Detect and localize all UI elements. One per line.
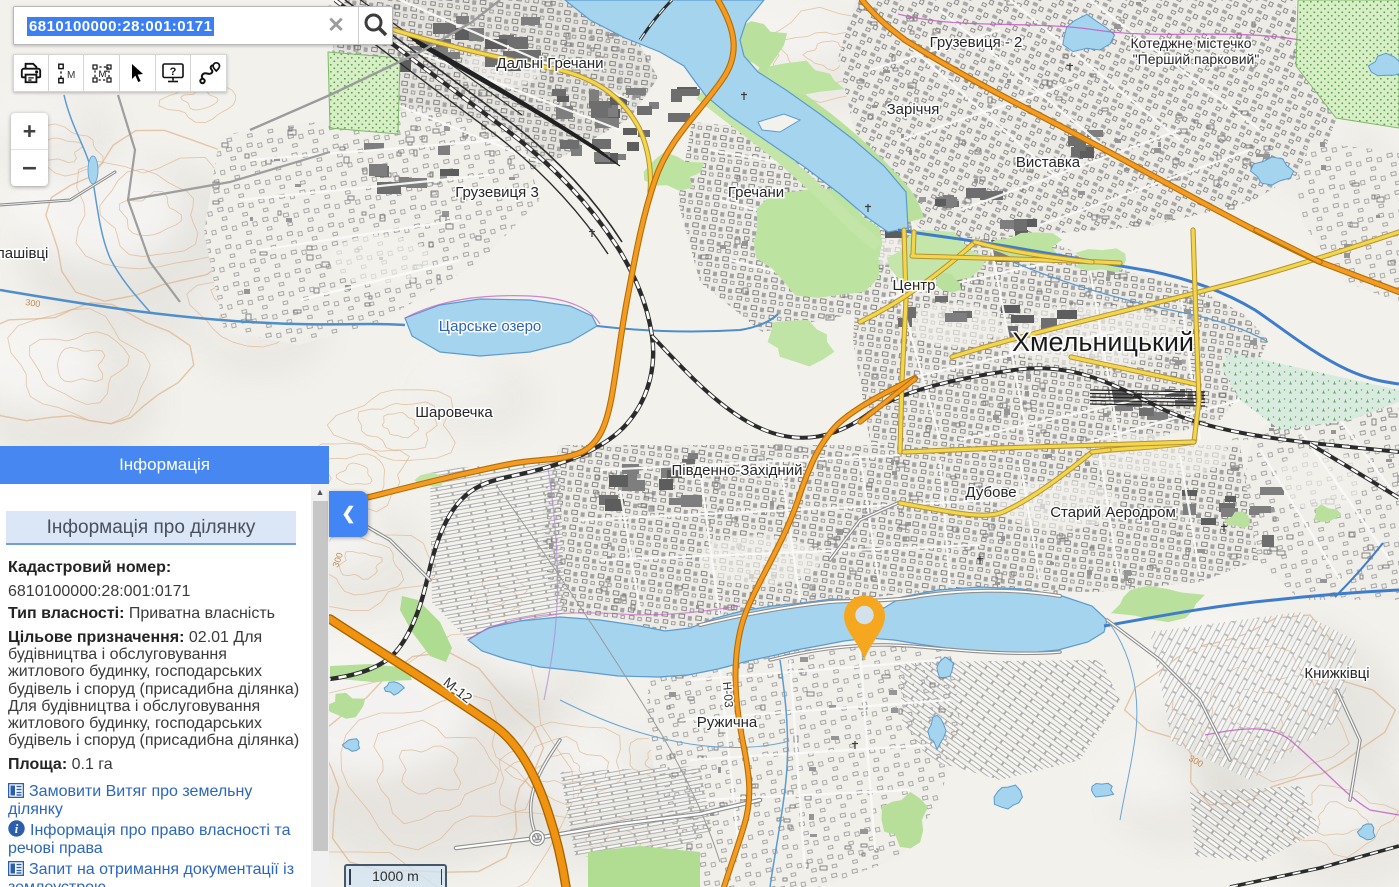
svg-text:лашівці: лашівці <box>0 245 48 262</box>
svg-text:Ружична: Ружична <box>697 714 758 731</box>
svg-text:Царське озеро: Царське озеро <box>439 318 542 335</box>
svg-text:Котеджне містечко: Котеджне містечко <box>1131 35 1252 51</box>
svg-text:Центр: Центр <box>893 277 936 294</box>
svg-text:Дальні Гречани: Дальні Гречани <box>496 55 603 72</box>
svg-text:Грузевиця 3: Грузевиця 3 <box>455 184 539 201</box>
svg-text:Грузевиця - 2: Грузевиця - 2 <box>930 34 1023 51</box>
svg-text:Заріччя: Заріччя <box>887 101 940 118</box>
svg-text:2: 2 <box>105 67 109 74</box>
svg-text:Виставка: Виставка <box>1016 154 1081 171</box>
svg-text:300: 300 <box>25 297 41 309</box>
svg-text:M: M <box>67 70 75 81</box>
svg-text:Південно-Західний: Південно-Західний <box>672 462 803 479</box>
svg-text:Старий Аеродром: Старий Аеродром <box>1050 504 1176 521</box>
svg-text:Хмельницький: Хмельницький <box>1012 327 1194 357</box>
svg-text:Книжківці: Книжківці <box>1304 665 1369 682</box>
svg-text:Н-03: Н-03 <box>720 681 736 708</box>
svg-text:Гречани: Гречани <box>728 184 784 201</box>
svg-text:Шаровечка: Шаровечка <box>415 404 493 421</box>
svg-text:i: i <box>15 822 19 836</box>
svg-text:Дубове: Дубове <box>965 484 1016 501</box>
svg-text:"Перший парковий": "Перший парковий" <box>1133 51 1260 67</box>
svg-text:?: ? <box>170 66 177 78</box>
